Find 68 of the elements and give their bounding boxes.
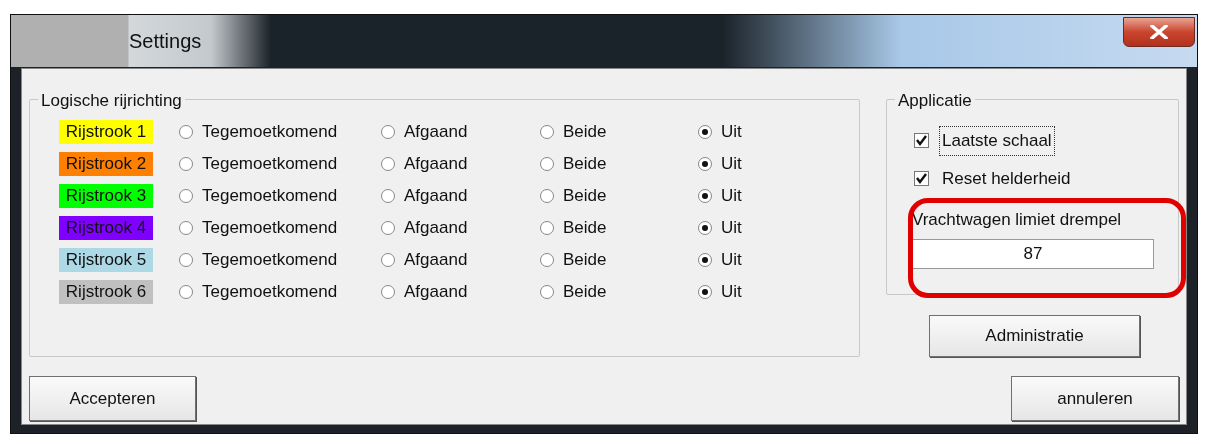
radio-label: Afgaand <box>404 217 468 240</box>
radio-label: Beide <box>563 185 607 208</box>
radio-label: Tegemoetkomend <box>202 281 338 304</box>
radio-button[interactable] <box>179 125 193 139</box>
accept-button[interactable]: Accepteren <box>29 376 196 421</box>
cancel-button[interactable]: annuleren <box>1011 376 1179 421</box>
radio-label: Tegemoetkomend <box>202 249 338 272</box>
lane-label: Rijstrook 2 <box>59 152 153 176</box>
radio-button[interactable] <box>381 253 395 267</box>
radio-button[interactable] <box>179 285 193 299</box>
radio-button[interactable] <box>179 157 193 171</box>
radio-label: Uit <box>721 217 742 240</box>
radio-button[interactable] <box>381 125 395 139</box>
radio-label: Tegemoetkomend <box>202 121 338 144</box>
radio-button[interactable] <box>698 221 712 235</box>
radio-button[interactable] <box>698 285 712 299</box>
lane-label: Rijstrook 6 <box>59 280 153 304</box>
radio-button[interactable] <box>698 253 712 267</box>
radio-label: Uit <box>721 185 742 208</box>
close-button[interactable] <box>1123 17 1195 47</box>
radio-button[interactable] <box>179 253 193 267</box>
radio-label: Uit <box>721 281 742 304</box>
check-icon <box>915 171 928 185</box>
radio-button[interactable] <box>540 253 554 267</box>
lane-label: Rijstrook 1 <box>59 120 153 144</box>
radio-label: Beide <box>563 249 607 272</box>
radio-label: Tegemoetkomend <box>202 217 338 240</box>
radio-button[interactable] <box>698 125 712 139</box>
window-title: Settings <box>129 29 202 54</box>
radio-button[interactable] <box>540 285 554 299</box>
radio-button[interactable] <box>179 221 193 235</box>
admin-button[interactable]: Administratie <box>929 315 1140 357</box>
lane-label: Rijstrook 5 <box>59 248 153 272</box>
radio-label: Uit <box>721 153 742 176</box>
field-label: Vrachtwagen limiet drempel <box>912 209 1122 231</box>
radio-label: Beide <box>563 281 607 304</box>
radio-button[interactable] <box>540 189 554 203</box>
radio-button[interactable] <box>381 285 395 299</box>
radio-button[interactable] <box>540 157 554 171</box>
threshold-field[interactable]: 87 <box>912 238 1154 269</box>
radio-label: Beide <box>563 121 607 144</box>
radio-label: Uit <box>721 249 742 272</box>
radio-label: Afgaand <box>404 281 468 304</box>
checkbox[interactable] <box>914 170 929 186</box>
checkbox-label: Reset helderheid <box>941 167 1072 190</box>
lane-label: Rijstrook 3 <box>59 184 153 208</box>
radio-button[interactable] <box>698 157 712 171</box>
checkbox-label: Laatste schaal <box>939 126 1055 156</box>
check-icon <box>915 134 928 148</box>
radio-button[interactable] <box>540 221 554 235</box>
radio-button[interactable] <box>540 125 554 139</box>
lane-label: Rijstrook 4 <box>59 216 153 240</box>
radio-label: Afgaand <box>404 121 468 144</box>
close-icon <box>1150 25 1168 39</box>
radio-label: Afgaand <box>404 153 468 176</box>
checkbox[interactable] <box>914 133 929 149</box>
radio-label: Afgaand <box>404 185 468 208</box>
radio-label: Uit <box>721 121 742 144</box>
radio-button[interactable] <box>179 189 193 203</box>
radio-label: Beide <box>563 153 607 176</box>
radio-button[interactable] <box>381 189 395 203</box>
radio-label: Tegemoetkomend <box>202 185 338 208</box>
radio-button[interactable] <box>381 157 395 171</box>
radio-label: Afgaand <box>404 249 468 272</box>
radio-button[interactable] <box>698 189 712 203</box>
radio-label: Tegemoetkomend <box>202 153 338 176</box>
radio-label: Beide <box>563 217 607 240</box>
radio-button[interactable] <box>381 221 395 235</box>
